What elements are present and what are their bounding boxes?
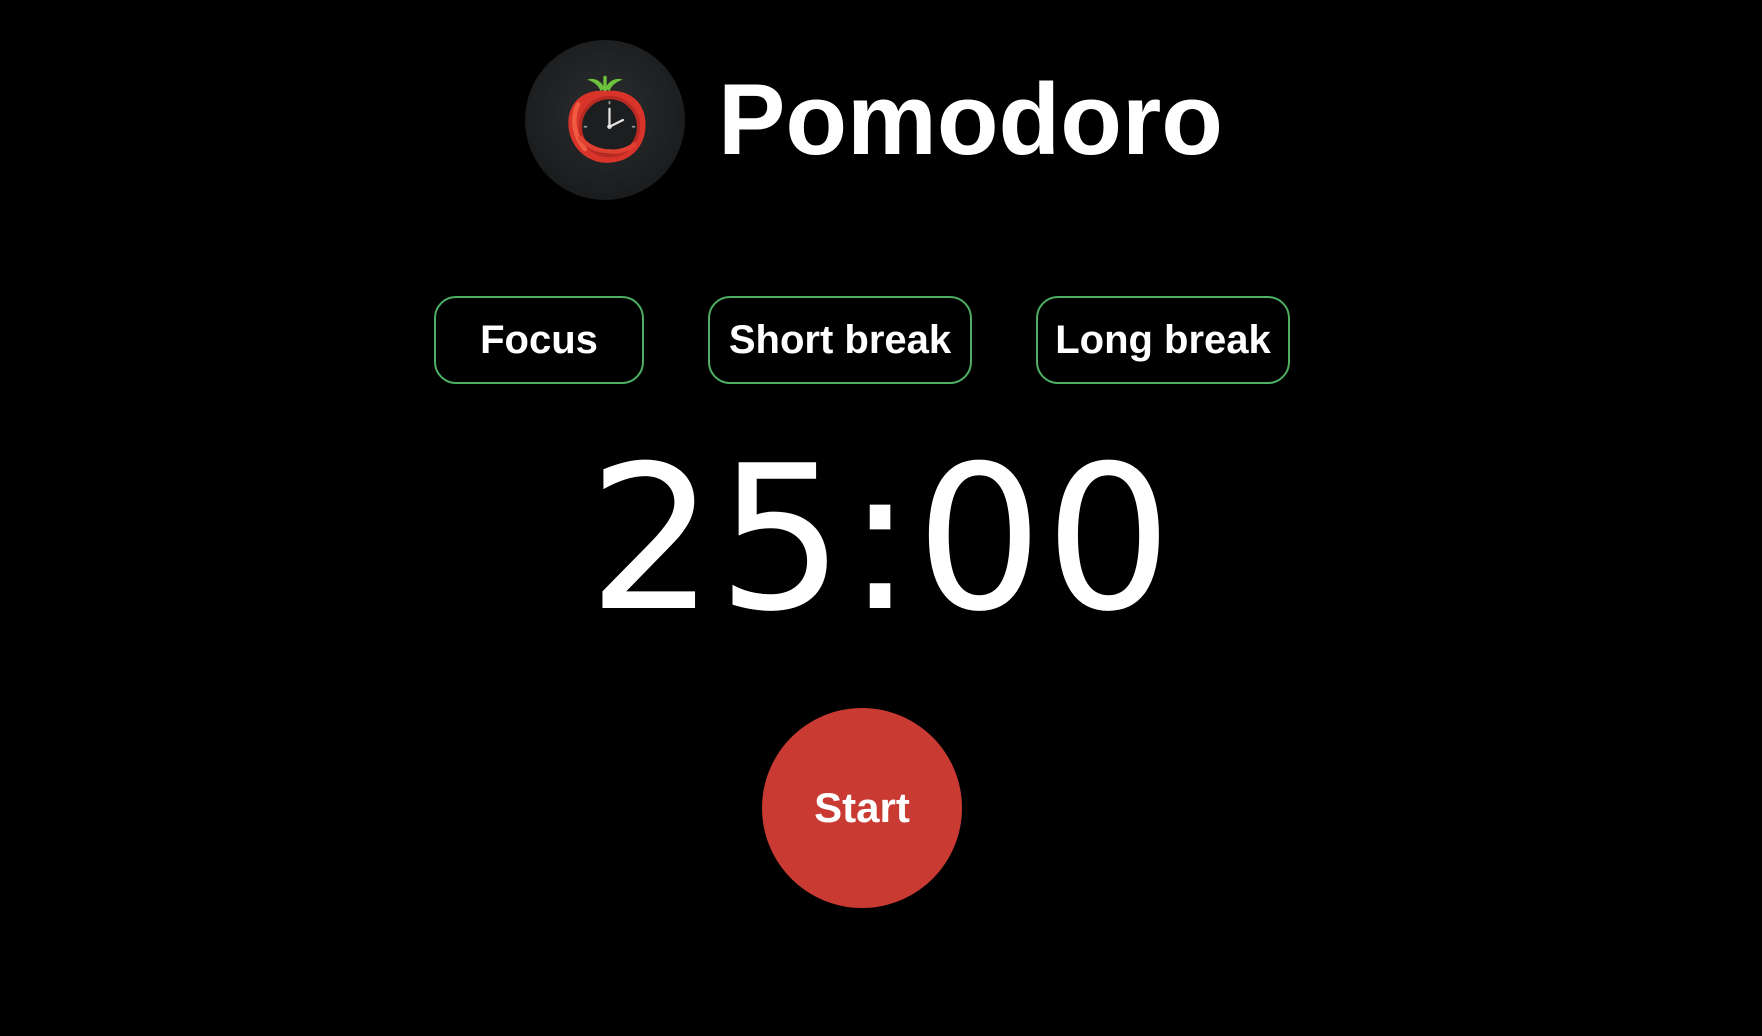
pomodoro-app: Pomodoro Focus Short break Long break 25… [0, 0, 1762, 1036]
start-button[interactable]: Start [762, 708, 962, 908]
app-title: Pomodoro [718, 63, 1223, 176]
mode-tabs: Focus Short break Long break [0, 296, 1762, 388]
timer-display: 25:00 [587, 423, 1175, 656]
tab-short-break[interactable]: Short break [708, 296, 972, 384]
tomato-clock-icon [525, 40, 685, 200]
app-header: Pomodoro [525, 39, 1223, 201]
tab-long-break[interactable]: Long break [1036, 296, 1290, 384]
tab-focus[interactable]: Focus [434, 296, 644, 384]
tomato-clock-graphic [568, 75, 646, 163]
